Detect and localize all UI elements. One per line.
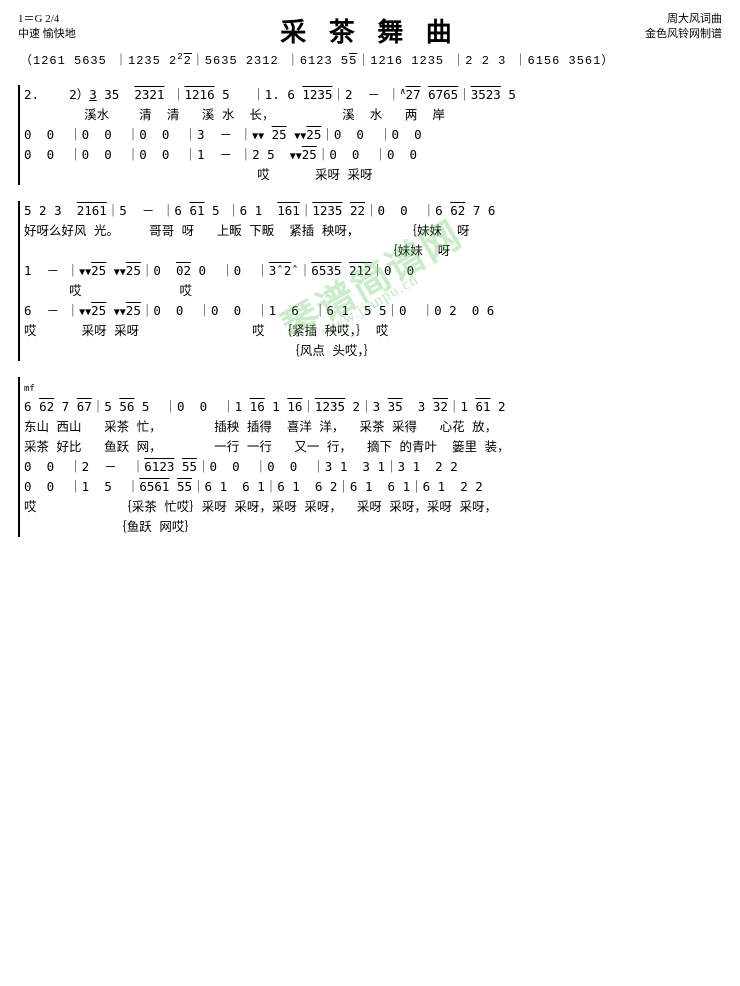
section-1: 2. 2）3 35 2321 ｜1216 5 ｜1. 6 1235｜2 － ｜∧… <box>18 85 722 185</box>
sec2-harmony2: 6 － ｜▼▼25 ▼▼25｜0 0 ｜0 0 ｜1 6 ｜6 1 5 5｜0 … <box>24 301 722 321</box>
song-title: 采 茶 舞 曲 <box>98 12 642 49</box>
sec2-lyrics2: 哎 哎 <box>24 281 722 301</box>
sec1-lyrics2: 哎 采呀 采呀 <box>24 165 722 185</box>
composer: 周大风词曲 金色风铃网制谱 <box>642 12 722 43</box>
sec1-lyrics1: 溪水 清 清 溪 水 长， 溪 水 两 岸 <box>24 105 722 125</box>
sec1-melody: 2. 2）3 35 2321 ｜1216 5 ｜1. 6 1235｜2 － ｜∧… <box>24 85 722 105</box>
sec3-lyrics1: 东山 西山 采茶 忙， 插秧 插得 喜洋 洋， 采茶 采得 心花 放， <box>24 417 722 437</box>
sec3-melody1: mf <box>24 377 722 397</box>
sec2-lyrics3: 哎 采呀 采呀 哎 ｛紧插 秧哎，｝ 哎 <box>24 321 722 341</box>
key-tempo: 1＝G 2/4 中速 愉快地 <box>18 12 98 43</box>
sec3-lyrics4: ｛鱼跃 网哎｝ <box>24 517 722 537</box>
composer-line1: 周大风词曲 <box>642 12 722 27</box>
sec2-lyrics1b: ｛妹妹 呀 <box>24 241 722 261</box>
key-sig: 1＝G 2/4 <box>18 12 98 27</box>
sec3-lyrics3: 哎 ｛采茶 忙哎｝采呀 采呀，采呀 采呀， 采呀 采呀，采呀 采呀， <box>24 497 722 517</box>
section-3: mf 6 62 7 67｜5 56 5 ｜0 0 ｜1 16 1 16｜1235… <box>18 377 722 537</box>
sec2-melody1: 5 2 3 2161｜5 － ｜6 61 5 ｜6 1 161｜1235 22｜… <box>24 201 722 221</box>
sec3-melody2: 6 62 7 67｜5 56 5 ｜0 0 ｜1 16 1 16｜1235 2｜… <box>24 397 722 417</box>
sec1-harmony2: 0 0 ｜0 0 ｜0 0 ｜1 － ｜2 5 ▼▼25｜0 0 ｜0 0 <box>24 145 722 165</box>
sec3-lyrics2: 采茶 好比 鱼跃 网， 一行 一行 又一 行， 摘下 的青叶 篓里 装， <box>24 437 722 457</box>
intro-line: （1261 5635 ｜1235 222｜5635 2312 ｜6123 55｜… <box>18 51 722 71</box>
sec2-lyrics1: 好呀么好风 光。 哥哥 呀 上畈 下畈 紧插 秧呀， ｛妹妹 呀 <box>24 221 722 241</box>
sec3-harmony2: 0 0 ｜1 5 ｜6561 55｜6 1 6 1｜6 1 6 2｜6 1 6 … <box>24 477 722 497</box>
title-row: 1＝G 2/4 中速 愉快地 采 茶 舞 曲 周大风词曲 金色风铃网制谱 <box>18 12 722 49</box>
page: 1＝G 2/4 中速 愉快地 采 茶 舞 曲 周大风词曲 金色风铃网制谱 （12… <box>0 0 740 557</box>
sec1-harmony1: 0 0 ｜0 0 ｜0 0 ｜3 － ｜▼▼ 25 ▼▼25｜0 0 ｜0 0 <box>24 125 722 145</box>
composer-line2: 金色风铃网制谱 <box>642 27 722 42</box>
sec3-harmony1: 0 0 ｜2 － ｜6123 55｜0 0 ｜0 0 ｜3 1 3 1｜3 1 … <box>24 457 722 477</box>
section-2: 5 2 3 2161｜5 － ｜6 61 5 ｜6 1 161｜1235 22｜… <box>18 201 722 361</box>
sec2-lyrics3b: ｛风点 头哎，｝ <box>24 341 722 361</box>
sec2-harmony1: 1 － ｜▼▼25 ▼▼25｜0 02 0 ｜0 ｜3̂ 2̂ ｜6535 21… <box>24 261 722 281</box>
tempo: 中速 愉快地 <box>18 27 98 42</box>
